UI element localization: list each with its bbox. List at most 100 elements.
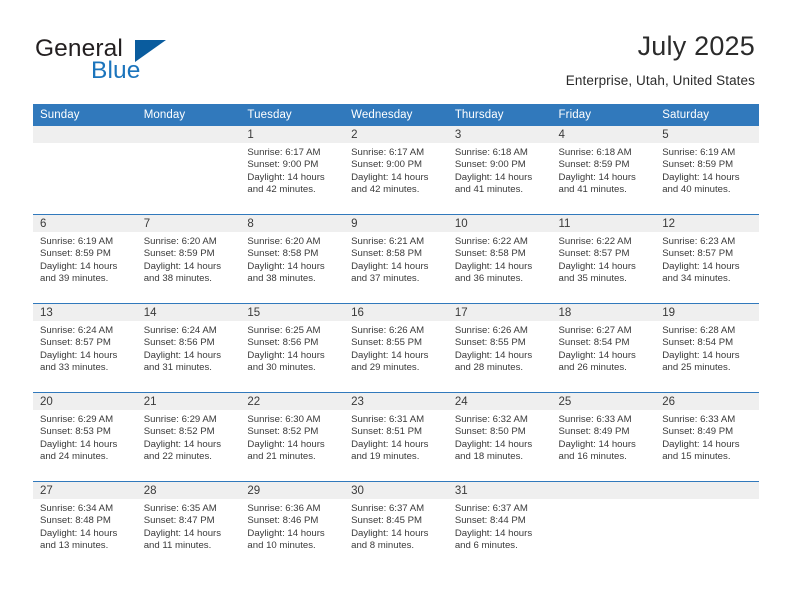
sunrise-text: Sunrise: 6:27 AM — [558, 325, 632, 336]
day-cell-inner — [136, 126, 241, 214]
sunset-text: Sunset: 8:44 PM — [454, 515, 526, 527]
calendar-day-cell[interactable]: 12 Sunrise: 6:23 AM Sunset: 8:57 PM Dayligh… — [655, 214, 759, 304]
day-cell-inner: 18 Sunrise: 6:27 AM Sunset: 8:54 PM Dayligh… — [551, 304, 656, 392]
calendar-day-cell[interactable]: 16 Sunrise: 6:26 AM Sunset: 8:55 PM Dayligh… — [344, 303, 448, 393]
daylight-text-line1: Daylight: 14 hours — [454, 260, 533, 272]
calendar-day-cell[interactable]: 29 Sunrise: 6:36 AM Sunset: 8:46 PM Dayligh… — [240, 481, 345, 570]
day-number: 5 — [655, 126, 759, 143]
day-number: 17 — [447, 304, 552, 321]
calendar-day-cell[interactable]: 30 Sunrise: 6:37 AM Sunset: 8:45 PM Dayligh… — [344, 481, 448, 570]
calendar-day-cell[interactable]: 13 Sunrise: 6:24 AM Sunset: 8:57 PM Dayligh… — [33, 303, 137, 393]
sunset-text: Sunset: 8:53 PM — [40, 426, 111, 438]
day-details — [552, 499, 656, 503]
calendar-week-row: 1 Sunrise: 6:17 AM Sunset: 9:00 PM Daylight… — [33, 126, 759, 215]
general-blue-logo[interactable]: General Blue — [35, 36, 245, 86]
calendar-day-cell[interactable]: 1 Sunrise: 6:17 AM Sunset: 9:00 PM Daylight… — [240, 126, 345, 215]
daylight-text-line1: Daylight: 14 hours — [558, 260, 636, 272]
sunrise-text: Sunrise: 6:37 AM — [454, 503, 528, 514]
calendar-day-cell[interactable]: 3 Sunrise: 6:18 AM Sunset: 9:00 PM Daylight… — [447, 126, 552, 215]
calendar-day-cell — [136, 126, 241, 215]
day-number — [551, 482, 656, 499]
calendar-day-cell[interactable]: 28 Sunrise: 6:35 AM Sunset: 8:47 PM Dayligh… — [136, 481, 241, 570]
daylight-text-line1: Daylight: 14 hours — [454, 527, 533, 539]
day-details: Sunrise: 6:23 AM Sunset: 8:57 PM Daylight:… — [655, 232, 759, 286]
sunset-text: Sunset: 8:58 PM — [247, 248, 319, 260]
day-number: 13 — [33, 304, 137, 321]
day-details: Sunrise: 6:25 AM Sunset: 8:56 PM Daylight:… — [240, 321, 344, 375]
calendar-day-cell[interactable]: 17 Sunrise: 6:26 AM Sunset: 8:55 PM Dayligh… — [447, 303, 552, 393]
calendar-day-cell[interactable]: 22 Sunrise: 6:30 AM Sunset: 8:52 PM Dayligh… — [240, 392, 345, 482]
sunset-text: Sunset: 8:57 PM — [662, 248, 734, 260]
day-details: Sunrise: 6:26 AM Sunset: 8:55 PM Daylight:… — [448, 321, 552, 375]
weekday-header-sunday: Sunday — [33, 104, 137, 126]
day-cell-inner — [33, 126, 137, 214]
sunrise-text: Sunrise: 6:23 AM — [662, 236, 736, 247]
calendar-day-cell[interactable]: 8 Sunrise: 6:20 AM Sunset: 8:58 PM Daylight… — [240, 214, 345, 304]
calendar-day-cell[interactable]: 21 Sunrise: 6:29 AM Sunset: 8:52 PM Dayligh… — [136, 392, 241, 482]
sunset-text: Sunset: 9:00 PM — [454, 159, 526, 171]
calendar-day-cell[interactable]: 10 Sunrise: 6:22 AM Sunset: 8:58 PM Dayligh… — [447, 214, 552, 304]
calendar-day-cell[interactable]: 9 Sunrise: 6:21 AM Sunset: 8:58 PM Daylight… — [344, 214, 448, 304]
daylight-text-line2: and 22 minutes. — [143, 451, 212, 463]
sunrise-text: Sunrise: 6:20 AM — [143, 236, 217, 247]
sunset-text: Sunset: 8:57 PM — [40, 337, 111, 349]
daylight-text-line2: and 34 minutes. — [662, 273, 731, 285]
day-details: Sunrise: 6:35 AM Sunset: 8:47 PM Daylight:… — [137, 499, 241, 553]
day-number: 3 — [447, 126, 552, 143]
daylight-text-line1: Daylight: 14 hours — [662, 438, 740, 450]
daylight-text-line1: Daylight: 14 hours — [351, 171, 429, 183]
daylight-text-line1: Daylight: 14 hours — [40, 349, 118, 361]
day-cell-inner: 11 Sunrise: 6:22 AM Sunset: 8:57 PM Dayligh… — [551, 215, 656, 303]
calendar-day-cell — [655, 481, 759, 570]
sunrise-text: Sunrise: 6:26 AM — [351, 325, 425, 336]
daylight-text-line1: Daylight: 14 hours — [247, 171, 325, 183]
calendar-day-cell[interactable]: 20 Sunrise: 6:29 AM Sunset: 8:53 PM Dayligh… — [33, 392, 137, 482]
calendar-day-cell[interactable]: 18 Sunrise: 6:27 AM Sunset: 8:54 PM Dayligh… — [551, 303, 656, 393]
calendar-day-cell[interactable]: 6 Sunrise: 6:19 AM Sunset: 8:59 PM Daylight… — [33, 214, 137, 304]
daylight-text-line2: and 29 minutes. — [351, 362, 420, 374]
sunrise-text: Sunrise: 6:35 AM — [143, 503, 217, 514]
daylight-text-line1: Daylight: 14 hours — [247, 438, 325, 450]
calendar-day-cell[interactable]: 23 Sunrise: 6:31 AM Sunset: 8:51 PM Dayligh… — [344, 392, 448, 482]
day-details: Sunrise: 6:22 AM Sunset: 8:57 PM Daylight:… — [552, 232, 656, 286]
sunset-text: Sunset: 8:48 PM — [40, 515, 111, 527]
calendar-day-cell[interactable]: 4 Sunrise: 6:18 AM Sunset: 8:59 PM Daylight… — [551, 126, 656, 215]
daylight-text-line2: and 38 minutes. — [143, 273, 212, 285]
calendar-day-cell[interactable]: 24 Sunrise: 6:32 AM Sunset: 8:50 PM Dayligh… — [447, 392, 552, 482]
day-details: Sunrise: 6:24 AM Sunset: 8:57 PM Daylight:… — [33, 321, 137, 375]
day-number: 4 — [551, 126, 656, 143]
day-cell-inner: 26 Sunrise: 6:33 AM Sunset: 8:49 PM Dayligh… — [655, 393, 759, 481]
sunrise-text: Sunrise: 6:19 AM — [662, 147, 736, 158]
day-number: 10 — [447, 215, 552, 232]
day-cell-inner: 19 Sunrise: 6:28 AM Sunset: 8:54 PM Dayligh… — [655, 304, 759, 392]
calendar-day-cell[interactable]: 14 Sunrise: 6:24 AM Sunset: 8:56 PM Dayligh… — [136, 303, 241, 393]
day-cell-inner: 20 Sunrise: 6:29 AM Sunset: 8:53 PM Dayligh… — [33, 393, 137, 481]
day-details: Sunrise: 6:17 AM Sunset: 9:00 PM Daylight:… — [240, 143, 344, 197]
sunset-text: Sunset: 8:54 PM — [558, 337, 630, 349]
calendar-day-cell[interactable]: 31 Sunrise: 6:37 AM Sunset: 8:44 PM Dayligh… — [447, 481, 552, 570]
calendar-day-cell[interactable]: 26 Sunrise: 6:33 AM Sunset: 8:49 PM Dayligh… — [655, 392, 759, 482]
day-cell-inner: 13 Sunrise: 6:24 AM Sunset: 8:57 PM Dayligh… — [33, 304, 137, 392]
day-details: Sunrise: 6:22 AM Sunset: 8:58 PM Daylight:… — [448, 232, 552, 286]
calendar-day-cell[interactable]: 5 Sunrise: 6:19 AM Sunset: 8:59 PM Daylight… — [655, 126, 759, 215]
day-details: Sunrise: 6:26 AM Sunset: 8:55 PM Daylight:… — [344, 321, 448, 375]
sunrise-text: Sunrise: 6:33 AM — [558, 414, 632, 425]
day-number: 28 — [136, 482, 241, 499]
sunrise-text: Sunrise: 6:31 AM — [351, 414, 425, 425]
sunrise-text: Sunrise: 6:22 AM — [558, 236, 632, 247]
day-details: Sunrise: 6:20 AM Sunset: 8:59 PM Daylight:… — [137, 232, 241, 286]
calendar-day-cell[interactable]: 19 Sunrise: 6:28 AM Sunset: 8:54 PM Dayligh… — [655, 303, 759, 393]
calendar-day-cell[interactable]: 2 Sunrise: 6:17 AM Sunset: 9:00 PM Daylight… — [344, 126, 448, 215]
daylight-text-line2: and 41 minutes. — [454, 184, 524, 196]
calendar-day-cell[interactable]: 11 Sunrise: 6:22 AM Sunset: 8:57 PM Dayligh… — [551, 214, 656, 304]
day-details: Sunrise: 6:17 AM Sunset: 9:00 PM Daylight:… — [344, 143, 448, 197]
sunset-text: Sunset: 8:59 PM — [40, 248, 111, 260]
calendar-day-cell[interactable]: 15 Sunrise: 6:25 AM Sunset: 8:56 PM Dayligh… — [240, 303, 345, 393]
sunset-text: Sunset: 8:59 PM — [662, 159, 734, 171]
calendar-day-cell[interactable]: 25 Sunrise: 6:33 AM Sunset: 8:49 PM Dayligh… — [551, 392, 656, 482]
day-cell-inner: 1 Sunrise: 6:17 AM Sunset: 9:00 PM Daylight… — [240, 126, 345, 214]
day-cell-inner: 2 Sunrise: 6:17 AM Sunset: 9:00 PM Daylight… — [344, 126, 448, 214]
daylight-text-line2: and 39 minutes. — [40, 273, 109, 285]
calendar-day-cell[interactable]: 27 Sunrise: 6:34 AM Sunset: 8:48 PM Dayligh… — [33, 481, 137, 570]
calendar-day-cell[interactable]: 7 Sunrise: 6:20 AM Sunset: 8:59 PM Daylight… — [136, 214, 241, 304]
